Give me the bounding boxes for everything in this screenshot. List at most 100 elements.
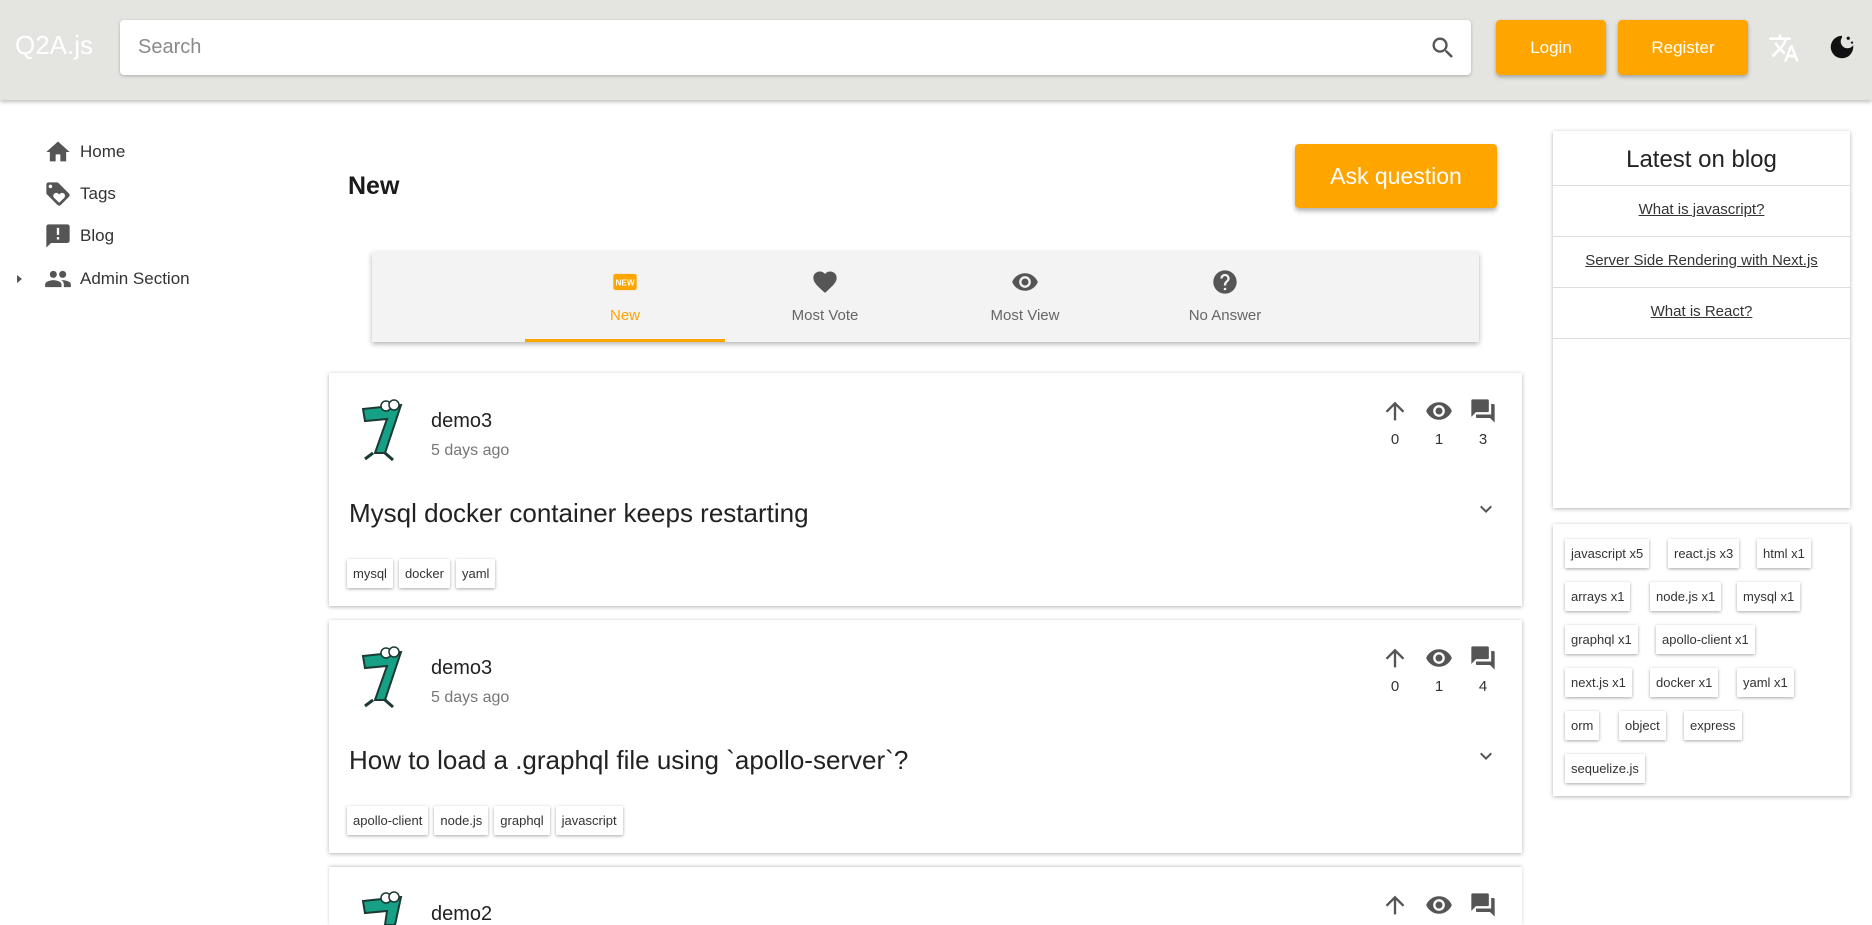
tag-chip[interactable]: html x1 [1757,539,1811,568]
forum-icon [1471,893,1495,917]
question-tags: mysql docker yaml [347,559,496,588]
view-stat [1421,891,1457,919]
tag-chip[interactable]: apollo-client [347,806,429,835]
tag-chip[interactable]: apollo-client x1 [1656,625,1755,654]
arrow-up-icon[interactable] [1381,397,1409,425]
tab-most-vote[interactable]: Most Vote [725,252,925,342]
question-author[interactable]: demo2 [431,903,492,925]
answer-stat: 4 [1465,644,1501,695]
nav-item-blog[interactable]: Blog [0,218,250,254]
tag-chip[interactable]: javascript x5 [1565,539,1650,568]
new-badge-icon: NEW [613,273,637,291]
tag-chip[interactable]: react.js x3 [1668,539,1740,568]
tag-chip[interactable]: yaml x1 [1737,668,1794,697]
vote-stat: 0 [1377,644,1413,695]
question-time: 5 days ago [431,442,510,459]
popular-tags-panel: javascript x5 react.js x3 html x1 arrays… [1553,524,1850,796]
view-stat: 1 [1421,644,1457,695]
register-button[interactable]: Register [1618,20,1748,75]
search-icon[interactable] [1429,34,1457,62]
eye-icon [1426,649,1452,667]
nav-item-tags[interactable]: Tags [0,176,250,212]
question-author[interactable]: demo3 [431,410,492,433]
caret-right-icon[interactable] [14,273,24,285]
app-logo[interactable]: Q2A.js [15,30,93,61]
tag-chip[interactable]: graphql [494,806,550,835]
question-icon [1213,270,1237,294]
arrow-up-icon[interactable] [1381,644,1409,672]
answer-count: 3 [1478,431,1488,448]
svg-text:NEW: NEW [615,279,634,288]
chevron-down-icon[interactable] [1474,744,1498,768]
sort-tabs: NEW New Most Vote Most View No Answer [372,252,1479,342]
tag-chip[interactable]: mysql [347,559,393,588]
answer-stat: 3 [1465,397,1501,448]
tag-chip[interactable]: next.js x1 [1565,668,1632,697]
tab-no-answer[interactable]: No Answer [1125,252,1325,342]
translate-icon[interactable] [1768,32,1800,64]
tab-label: Most View [990,307,1060,324]
blog-link[interactable]: What is React? [1651,303,1753,320]
vote-count: 0 [1390,678,1400,695]
question-author[interactable]: demo3 [431,657,492,680]
question-title[interactable]: Mysql docker container keeps restarting [349,498,809,529]
divider [1553,338,1850,339]
app-bar: Q2A.js Login Register [0,0,1872,100]
tag-chip[interactable]: sequelize.js [1565,754,1645,783]
tab-label: Most Vote [791,307,859,324]
nav-item-admin-section[interactable]: Admin Section [0,261,250,297]
eye-icon [1426,896,1452,914]
vote-stat [1377,891,1413,919]
tag-chip[interactable]: graphql x1 [1565,625,1638,654]
arrow-up-icon[interactable] [1381,891,1409,919]
tag-chip[interactable]: docker x1 [1650,668,1719,697]
blog-link-row: What is React? [1553,287,1850,338]
chevron-down-icon[interactable] [1474,497,1498,521]
people-icon [45,270,71,288]
blog-link[interactable]: What is javascript? [1639,201,1765,218]
question-title[interactable]: How to load a .graphql file using `apoll… [349,745,908,776]
tag-chip[interactable]: arrays x1 [1565,582,1631,611]
avatar[interactable] [355,644,409,710]
search-box [120,20,1471,75]
question-card[interactable]: demo3 5 days ago 0 1 4 How to load a .gr… [329,620,1522,853]
tag-chip[interactable]: yaml [455,559,496,588]
tag-chip[interactable]: object [1619,711,1666,740]
tag-chip[interactable]: node.js x1 [1650,582,1722,611]
tab-new[interactable]: NEW New [525,252,725,342]
blog-link-row: What is javascript? [1553,185,1850,236]
tag-chip[interactable]: mysql x1 [1737,582,1801,611]
tag-chip[interactable]: orm [1565,711,1600,740]
tab-most-view[interactable]: Most View [925,252,1125,342]
latest-blog-panel: Latest on blog What is javascript? Serve… [1553,131,1850,508]
view-count: 1 [1434,678,1444,695]
tag-chip[interactable]: node.js [434,806,489,835]
heart-icon [813,271,837,293]
question-card[interactable]: demo3 5 days ago 0 1 3 Mysql docker cont… [329,373,1522,606]
avatar[interactable] [355,397,409,463]
tag-chip[interactable]: javascript [555,806,623,835]
nav-item-label: Admin Section [80,269,190,288]
vote-count: 0 [1390,431,1400,448]
avatar[interactable] [355,889,409,925]
tag-chip[interactable]: docker [398,559,450,588]
home-icon [46,141,70,162]
blog-icon [46,224,70,248]
tag-chip[interactable]: express [1684,711,1742,740]
ask-question-button[interactable]: Ask question [1295,144,1497,208]
blog-link[interactable]: Server Side Rendering with Next.js [1585,252,1818,269]
blog-panel-title: Latest on blog [1626,146,1777,173]
question-card[interactable]: demo2 [329,867,1522,925]
page-title: New [348,172,400,200]
tab-label: New [609,307,640,324]
search-input[interactable] [138,20,1388,75]
login-button[interactable]: Login [1496,20,1606,75]
nav-item-home[interactable]: Home [0,134,250,170]
dark-mode-toggle-icon[interactable] [1827,32,1857,62]
active-tab-indicator [525,339,725,342]
eye-icon [1426,402,1452,420]
answer-stat [1465,891,1501,919]
blog-link-row: Server Side Rendering with Next.js [1553,236,1850,287]
nav-item-label: Blog [80,226,115,245]
nav-item-label: Tags [80,184,116,203]
